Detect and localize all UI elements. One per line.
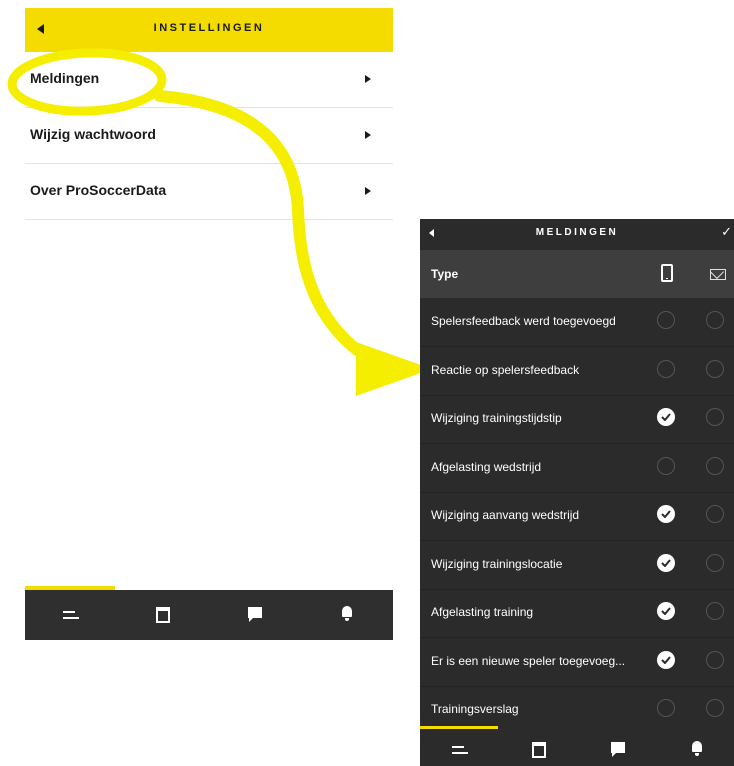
chat-icon: [248, 607, 262, 622]
notifications-screen: MELDINGEN ✓ Type Spelersfeedback werd to…: [420, 219, 734, 766]
bell-icon: [691, 741, 702, 756]
chevron-right-icon: [365, 75, 371, 83]
notification-row: Reactie op spelersfeedback: [420, 347, 734, 396]
tab-list[interactable]: [25, 590, 117, 640]
push-toggle[interactable]: [657, 553, 675, 572]
push-toggle[interactable]: [657, 699, 675, 717]
column-header-row: Type: [420, 250, 734, 298]
mail-toggle[interactable]: [706, 699, 724, 717]
notification-row: Wijziging aanvang wedstrijd: [420, 492, 734, 541]
notifications-header: MELDINGEN ✓: [420, 219, 734, 249]
notification-label: Er is een nieuwe speler toegevoeg...: [431, 653, 626, 668]
notification-row: Spelersfeedback werd toegevoegd: [420, 298, 734, 347]
notification-label: Wijziging aanvang wedstrijd: [431, 508, 580, 522]
bell-icon: [342, 606, 352, 621]
tab-list[interactable]: [420, 726, 499, 766]
mail-icon: [710, 269, 726, 280]
notification-row: Er is een nieuwe speler toegevoeg...: [420, 638, 734, 687]
notification-label: Wijziging trainingstijdstip: [431, 411, 562, 425]
tab-calendar[interactable]: [499, 726, 578, 766]
notification-label: Afgelasting training: [431, 605, 534, 619]
notification-label: Afgelasting wedstrijd: [431, 459, 542, 474]
menu-item-label: Wijzig wachtwoord: [30, 126, 156, 142]
notification-row: Wijziging trainingstijdstip: [420, 395, 734, 444]
chevron-right-icon: [365, 131, 371, 139]
notification-label: Spelersfeedback werd toegevoegd: [431, 314, 616, 328]
settings-screen: INSTELLINGEN Meldingen Wijzig wachtwoord…: [25, 8, 393, 640]
menu-item-label: Meldingen: [30, 70, 100, 86]
menu-item-label: Over ProSoccerData: [30, 182, 167, 198]
phone-icon: [661, 264, 673, 282]
list-icon: [63, 611, 79, 621]
tab-bar: [25, 586, 393, 640]
notification-label: Reactie op spelersfeedback: [431, 362, 580, 377]
mail-toggle[interactable]: [706, 408, 724, 426]
mail-toggle[interactable]: [706, 505, 724, 523]
tab-chat[interactable]: [578, 726, 657, 766]
notification-row: Afgelasting training: [420, 589, 734, 638]
push-toggle[interactable]: [657, 408, 675, 426]
page-title: INSTELLINGEN: [153, 22, 265, 34]
push-toggle[interactable]: [657, 311, 675, 329]
chat-icon: [610, 742, 625, 757]
notification-label: Wijziging trainingslocatie: [431, 556, 563, 571]
list-icon: [451, 746, 468, 756]
push-toggle[interactable]: [657, 650, 675, 669]
menu-item-change-password[interactable]: Wijzig wachtwoord: [25, 108, 393, 164]
tab-bar: [420, 726, 734, 766]
chevron-right-icon: [365, 187, 371, 195]
mail-toggle[interactable]: [706, 602, 724, 620]
tab-calendar[interactable]: [117, 590, 209, 640]
tab-chat[interactable]: [209, 590, 301, 640]
mail-toggle[interactable]: [706, 359, 724, 378]
calendar-icon: [531, 742, 546, 758]
menu-item-about[interactable]: Over ProSoccerData: [25, 164, 393, 220]
type-column-label: Type: [431, 267, 459, 281]
mail-toggle[interactable]: [706, 311, 724, 329]
menu-item-meldingen[interactable]: Meldingen: [25, 52, 393, 108]
push-toggle[interactable]: [657, 359, 675, 378]
notification-row: Wijziging trainingslocatie: [420, 541, 734, 590]
calendar-icon: [156, 607, 170, 623]
settings-header: INSTELLINGEN: [25, 8, 393, 52]
tab-notifications[interactable]: [657, 726, 734, 766]
mail-toggle[interactable]: [706, 650, 724, 669]
push-toggle[interactable]: [657, 602, 675, 620]
checkmark-icon[interactable]: ✓: [721, 224, 732, 240]
notification-row: Afgelasting wedstrijd: [420, 444, 734, 493]
page-title: MELDINGEN: [535, 227, 619, 238]
notification-label: Trainingsverslag: [431, 702, 519, 716]
mail-toggle[interactable]: [706, 456, 724, 475]
push-toggle[interactable]: [657, 505, 675, 523]
tab-notifications[interactable]: [301, 590, 393, 640]
push-toggle[interactable]: [657, 456, 675, 475]
mail-toggle[interactable]: [706, 553, 724, 572]
